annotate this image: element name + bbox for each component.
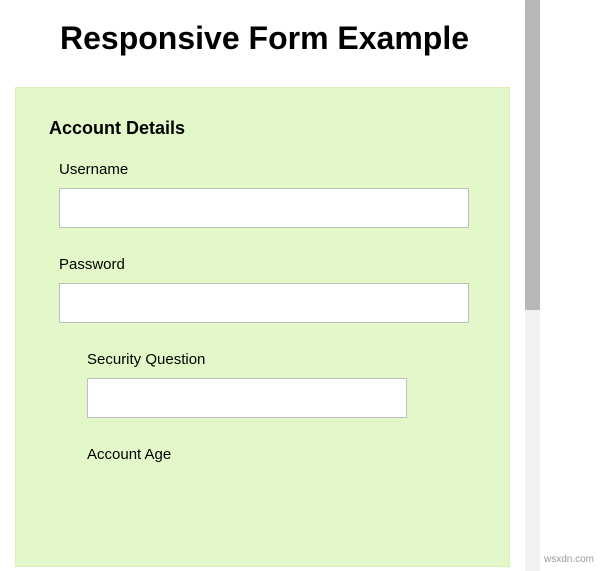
account-details-card: Account Details Username Password Securi… <box>15 87 510 567</box>
vertical-scrollbar[interactable] <box>525 0 540 571</box>
security-question-label: Security Question <box>87 351 484 368</box>
page-content: Responsive Form Example Account Details … <box>0 0 525 571</box>
password-input[interactable] <box>59 283 469 323</box>
page-title: Responsive Form Example <box>0 0 525 87</box>
security-question-input[interactable] <box>87 378 407 418</box>
account-age-label: Account Age <box>87 446 484 463</box>
scrollbar-thumb[interactable] <box>525 0 540 310</box>
security-question-field-group: Security Question <box>87 351 484 418</box>
username-field-group: Username <box>59 161 484 228</box>
password-field-group: Password <box>59 256 484 323</box>
section-title: Account Details <box>49 118 484 139</box>
watermark-text: wsxdn.com <box>544 554 594 565</box>
password-label: Password <box>59 256 484 273</box>
username-input[interactable] <box>59 188 469 228</box>
account-age-field-group: Account Age <box>87 446 484 463</box>
username-label: Username <box>59 161 484 178</box>
